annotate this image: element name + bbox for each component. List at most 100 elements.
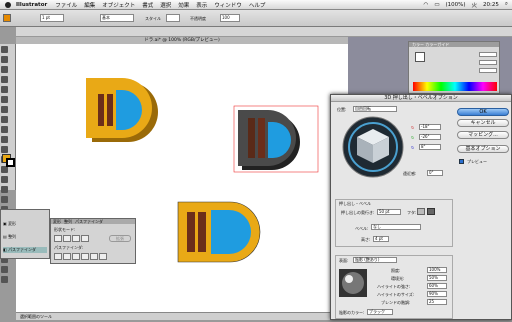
menu-help[interactable]: ヘルプ <box>249 1 266 9</box>
cancel-button[interactable]: キャンセル <box>457 119 509 127</box>
exclude-icon[interactable] <box>81 235 89 242</box>
clock-day: 火 <box>471 2 478 9</box>
minus-front-icon[interactable] <box>63 235 71 242</box>
angle-x-field[interactable]: -18° <box>419 124 441 130</box>
expand-button[interactable]: 拡張 <box>109 235 131 242</box>
rectangle-tool-icon[interactable] <box>1 116 8 123</box>
document-tab[interactable]: ドラ.ai* @ 100% (RGB/プレビュー) <box>16 37 348 44</box>
cap-label: フタ: <box>407 210 417 215</box>
logo-flat[interactable] <box>177 201 261 263</box>
symbol-tool-icon[interactable] <box>1 186 8 193</box>
unite-icon[interactable] <box>54 235 62 242</box>
tools-panel <box>0 44 16 283</box>
minus-back-icon[interactable] <box>99 253 107 260</box>
brush-field[interactable]: 基本 <box>100 14 134 22</box>
color-tab[interactable]: カラー <box>412 42 424 47</box>
menu-effect[interactable]: 効果 <box>178 1 189 9</box>
menu-type[interactable]: 書式 <box>142 1 153 9</box>
cap-on-icon[interactable] <box>417 208 425 215</box>
preview-label: プレビュー <box>467 159 487 164</box>
cap-off-icon[interactable] <box>427 208 435 215</box>
magic-wand-tool-icon[interactable] <box>1 66 8 73</box>
highlight-intensity-field[interactable]: 60% <box>427 283 447 289</box>
brush-tool-icon[interactable] <box>1 126 8 133</box>
shade-color-select[interactable]: ブラック <box>367 309 393 315</box>
logo-3d-selected[interactable] <box>233 105 319 173</box>
stroke-weight-field[interactable]: 1 pt <box>40 14 64 22</box>
surface-select[interactable]: 陰影 (艶あり) <box>353 257 397 263</box>
ambient-field[interactable]: 50% <box>427 275 447 281</box>
fill-swatch[interactable] <box>3 14 11 22</box>
color-guide-tab[interactable]: カラーガイド <box>425 42 449 47</box>
opacity-label: 不透明度 <box>190 16 206 21</box>
menu-window[interactable]: ウィンドウ <box>214 1 242 9</box>
preview-checkbox[interactable] <box>459 159 464 164</box>
perspective-field[interactable]: 0° <box>427 170 443 176</box>
position-select[interactable]: 自由回転 <box>353 106 397 112</box>
apple-icon[interactable] <box>5 1 11 8</box>
stroke-color-swatch[interactable] <box>6 158 15 167</box>
color-value-field[interactable] <box>479 68 497 73</box>
warp-tool-icon[interactable] <box>1 166 8 173</box>
menu-select[interactable]: 選択 <box>160 1 171 9</box>
selection-tool-icon[interactable] <box>1 46 8 53</box>
height-label: 高さ: <box>361 237 371 242</box>
angle-y-field[interactable]: -26° <box>419 134 441 140</box>
app-menu[interactable]: Illustrator <box>16 2 47 8</box>
rotate-tool-icon[interactable] <box>1 146 8 153</box>
direct-selection-tool-icon[interactable] <box>1 56 8 63</box>
wifi-icon[interactable]: ◠ <box>424 2 429 8</box>
slice-tool-icon[interactable] <box>1 276 8 283</box>
intersect-icon[interactable] <box>72 235 80 242</box>
divide-icon[interactable] <box>54 253 62 260</box>
menu-file[interactable]: ファイル <box>55 1 77 9</box>
blend-steps-field[interactable]: 25 <box>427 299 447 305</box>
pen-tool-icon[interactable] <box>1 86 8 93</box>
panel-item-transform[interactable]: ▣ 変形 <box>3 221 16 227</box>
tab-transform[interactable]: 変形 <box>53 219 61 224</box>
bevel-select[interactable]: なし <box>371 224 421 230</box>
color-value-field[interactable] <box>479 60 497 65</box>
trim-icon[interactable] <box>63 253 71 260</box>
highlight-size-field[interactable]: 90% <box>427 291 447 297</box>
basic-options-button[interactable]: 基本オプション <box>457 145 509 153</box>
align-icon: ▤ <box>3 234 7 239</box>
status-bar: 選択範囲のツール <box>16 312 348 320</box>
artboard-canvas[interactable] <box>16 44 348 320</box>
panel-item-pathfinder[interactable]: ◧ パスファインダ <box>3 247 47 253</box>
rotation-cube-widget[interactable] <box>341 115 405 179</box>
logo-3d-left[interactable] <box>86 78 158 142</box>
mapping-button[interactable]: マッピング... <box>457 131 509 139</box>
pencil-tool-icon[interactable] <box>1 136 8 143</box>
depth-field[interactable]: 50 pt <box>377 209 401 215</box>
tab-pathfinder[interactable]: パスファインダ <box>75 219 103 224</box>
type-tool-icon[interactable] <box>1 96 8 103</box>
opacity-field[interactable]: 100 <box>220 14 240 22</box>
line-tool-icon[interactable] <box>1 106 8 113</box>
height-field[interactable]: 4 pt <box>373 236 389 242</box>
graph-tool-icon[interactable] <box>1 196 8 203</box>
tab-align[interactable]: 整列 <box>64 219 72 224</box>
ok-button[interactable]: OK <box>457 108 509 116</box>
free-transform-tool-icon[interactable] <box>1 176 8 183</box>
transform-icon: ▣ <box>3 221 7 226</box>
intensity-field[interactable]: 100% <box>427 267 447 273</box>
menu-object[interactable]: オブジェクト <box>102 1 135 9</box>
lasso-tool-icon[interactable] <box>1 76 8 83</box>
angle-z-field[interactable]: 8° <box>419 144 441 150</box>
menu-edit[interactable]: 編集 <box>84 1 95 9</box>
zoom-tool-icon[interactable] <box>1 266 8 273</box>
crop-icon[interactable] <box>81 253 89 260</box>
color-value-field[interactable] <box>479 52 497 57</box>
merge-icon[interactable] <box>72 253 80 260</box>
menu-view[interactable]: 表示 <box>196 1 207 9</box>
color-fill-swatch[interactable] <box>415 52 425 62</box>
panel-item-align[interactable]: ▤ 整列 <box>3 234 16 240</box>
lighting-sphere[interactable] <box>339 269 367 297</box>
battery-icon[interactable]: ▭ <box>434 2 439 8</box>
bevel-label: ベベル: <box>355 226 369 231</box>
spotlight-icon[interactable]: ⌕ <box>505 1 508 8</box>
style-swatch[interactable] <box>166 14 180 22</box>
color-spectrum[interactable] <box>413 82 497 91</box>
outline-icon[interactable] <box>90 253 98 260</box>
